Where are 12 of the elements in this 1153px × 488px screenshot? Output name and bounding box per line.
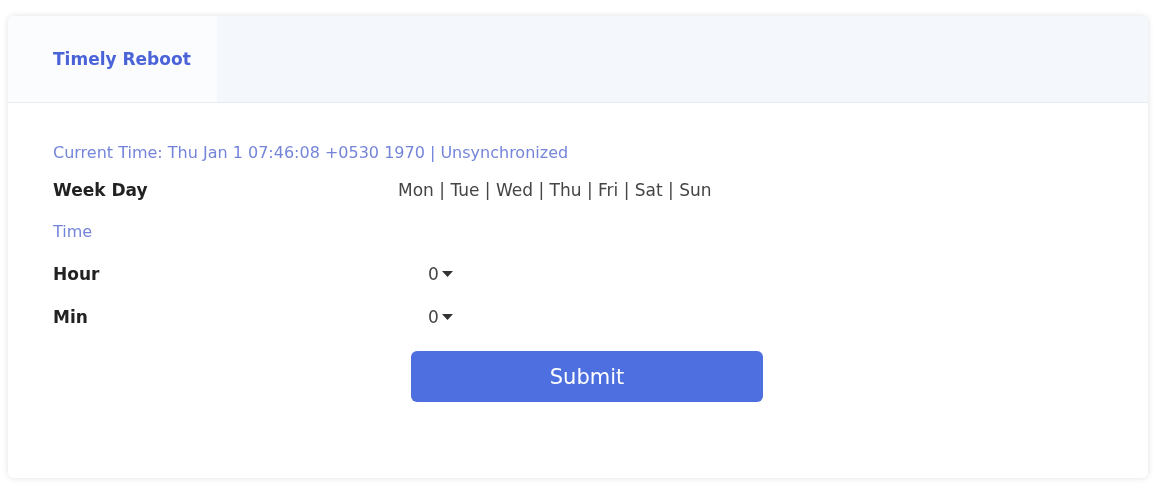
section-title: Time [53,222,94,241]
field-label: Min [53,307,89,327]
weekday-options: Mon | Tue | Wed | Thu | Fri | Sat | Sun [398,180,1148,200]
caret-icon [441,271,453,277]
submit-button[interactable]: Submit [411,351,763,402]
caret-icon [441,314,453,320]
dropdown[interactable]: 0 [428,264,453,284]
dropdown[interactable]: 0 [428,307,453,327]
field-label: Hour [53,264,101,284]
tab[interactable]: Timely Reboot [8,16,217,102]
current-time-text: Current Time: Thu Jan 1 07:46:08 +0530 1970 | Unsynchronized [53,143,570,162]
field-label: Week Day [53,180,149,200]
